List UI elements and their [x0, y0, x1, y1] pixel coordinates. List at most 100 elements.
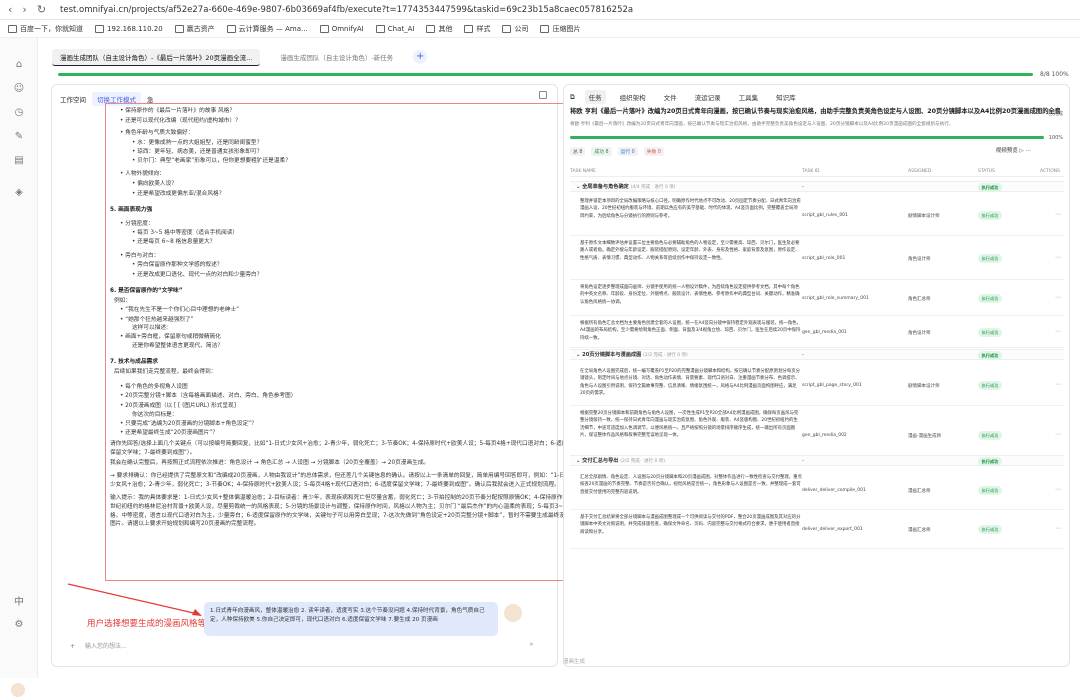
doc-line: • 人物外貌倾向：: [120, 171, 165, 177]
task-description: 根据所有角色汇总文档为主要角色创建全套的人设图，统一在A4竖向分镜中保持稳定外观…: [580, 321, 801, 341]
bookmark-item[interactable]: Chat_AI: [375, 24, 414, 33]
task-group-header[interactable]: ⌄ 全局准备与角色确定 (4/4 完成 · 进行 0 项) - 执行成功: [570, 181, 1064, 192]
doc-line: 后续如果我们走完整流程，最终会得到：: [114, 369, 217, 375]
task-row[interactable]: 基于原作文本细致评估并设置三位主要角色与必要辅助角色的人物设定，至少需要高、琼西…: [570, 237, 1064, 280]
doc-line: • 只要完成“选编为20页漫画的分镜脚本+角色设定”？: [120, 421, 257, 427]
task-group-header[interactable]: ⌄ 交付汇总与导出 (2/2 完成 · 进行 0 项) - 执行成功: [570, 455, 1064, 466]
task-group-header[interactable]: ⌄ 20页分镜脚本与漫画成图 (2/2 完成 · 进行 0 项) - 执行成功: [570, 349, 1064, 360]
col-assigned: ASSIGNED: [908, 169, 932, 174]
task-subtitle: 将欧·亨利《最后一片落叶》改编为20页日式青年向漫画，按已确认节奏与现实治愈风格…: [570, 122, 954, 127]
doc-line: • 还是可以现代化改编（现代纽约/虚构城市）？: [120, 118, 241, 124]
more-actions-icon[interactable]: ⋯: [1055, 431, 1061, 438]
task-row[interactable]: 基于交付汇总结果将全部分镜脚本与漫画成图整理成一个可供阅读与交付的PDF，整合2…: [570, 511, 1064, 549]
task-row[interactable]: 整理并锁定本项目的全局改编策略与核心口径。明确原作时代地点不可改动、20页固定节…: [570, 195, 1064, 236]
task-row[interactable]: 汇总全部剧情、角色设定、人设图与20页分镜脚本和20页漫画成图，对整体作品进行一…: [570, 471, 1064, 510]
task-progress-label: 100%: [1048, 135, 1063, 141]
panel-tab[interactable]: 组织架构: [616, 90, 650, 104]
layers-icon[interactable]: ◈: [12, 186, 26, 200]
add-tab-button[interactable]: +: [413, 50, 428, 64]
task-id: deliver_deliver_compile_001: [802, 487, 866, 493]
task-description: 基于原作文本细致评估并设置三位主要角色与必要辅助角色的人物设定，至少需要高、琼西…: [580, 241, 800, 261]
more-actions-icon[interactable]: ⋯: [1055, 294, 1061, 301]
doc-heading: 5. 画面表现力强: [110, 207, 153, 213]
more-actions-icon[interactable]: ⋯: [1055, 381, 1061, 388]
tab-new-task[interactable]: 漫画生成团队（自主设计角色）-新任务: [272, 49, 401, 65]
panel-tab[interactable]: 工具集: [735, 90, 763, 104]
chart-icon[interactable]: ▤: [12, 154, 26, 168]
status-badge: 执行成功: [978, 293, 1002, 303]
bookmark-item[interactable]: 百度一下，你就知道: [8, 24, 83, 34]
stat-badge: 成功 8: [591, 147, 612, 156]
more-actions-icon[interactable]: ⋯: [1055, 211, 1061, 218]
folder-icon: [540, 24, 550, 33]
bookmark-item[interactable]: 样式: [464, 24, 490, 34]
app-sidebar: ⌂ ☺ ◷ ✎ ▤ ◈ 中 ⚙: [0, 38, 38, 697]
bookmark-item[interactable]: 赢古资产: [174, 24, 215, 34]
task-assignee: 角色设计师: [908, 256, 931, 262]
attach-icon[interactable]: +: [70, 643, 75, 650]
back-icon[interactable]: ‹: [8, 3, 12, 16]
folder-icon: [95, 24, 104, 33]
task-description: 整理并锁定本项目的全局改编策略与核心口径。明确原作时代地点不可改动、20页固定节…: [580, 199, 801, 219]
tools-icon[interactable]: ✎: [12, 130, 26, 144]
overall-progress-bar: [58, 73, 1033, 76]
history-icon[interactable]: ◷: [12, 106, 26, 120]
group-meta: (2/2 完成 · 进行 0 项): [643, 353, 688, 358]
task-assignee: 漫画-漫画生成师: [908, 434, 942, 439]
task-row[interactable]: 将角色设定逐步整理成面向画师、分镜手使用的统一人物设计稿件，为后续角色设定提供参…: [570, 281, 1064, 316]
bookmarks-bar: 百度一下，你就知道 192.168.110.20 赢古资产 云计算服务 — Ama..…: [0, 20, 1080, 38]
panel-tab[interactable]: 知识库: [772, 90, 800, 104]
view-button[interactable]: 视频预览 ▷ ⋯: [996, 146, 1031, 154]
panel-toggle-icon[interactable]: ⧉: [570, 93, 575, 102]
doc-line: • 角色年龄与气质大致偏好：: [120, 130, 194, 136]
user-avatar[interactable]: [11, 683, 25, 697]
task-id: gen_gbl_media_001: [802, 329, 847, 335]
bookmark-item[interactable]: 云计算服务 — Ama...: [226, 24, 308, 34]
address-bar[interactable]: test.omnifyai.cn/projects/af52e27a-660e-…: [60, 5, 633, 15]
panel-tab[interactable]: 流运记录: [691, 90, 725, 104]
task-row[interactable]: 在全局角色人设图完成后，统一编写覆盖P1至P20的完整漫画分镜脚本和结构。按已确…: [570, 365, 1064, 406]
more-actions-icon[interactable]: ⋯: [1055, 525, 1061, 532]
language-icon[interactable]: 中: [12, 596, 26, 610]
task-id: script_gbl_role_001: [802, 255, 846, 261]
tab-current-task[interactable]: 漫画生成团队（自主设计角色）-《最后一片落叶》20页漫画全流...: [52, 48, 261, 66]
bookmark-item[interactable]: 192.168.110.20: [95, 24, 163, 33]
copy-icon[interactable]: [539, 91, 547, 99]
doc-line: • 20页完整分镜+脚本（含每格画面描述、对白、旁白、角色参考图）: [120, 393, 297, 399]
panel-tab[interactable]: 文件: [660, 90, 681, 104]
panel-tab[interactable]: 任务: [584, 90, 606, 104]
folder-icon: [8, 24, 17, 33]
doc-line: 这样可以描述:: [132, 325, 169, 331]
group-meta: (2/2 完成 · 进行 0 项): [620, 459, 665, 464]
workspace-panel: 工作空间 切换工作模式 急 • 保持原作的《最后一片落叶》的故事 风格？ • 还是…: [51, 84, 605, 667]
workspace-label: 工作空间: [60, 96, 86, 104]
doc-line: • 分镜密度：: [120, 221, 154, 227]
bookmark-item[interactable]: 公司: [502, 24, 528, 34]
task-table-header: TASK NAME TASK ID ASSIGNED STATUS ACTION…: [570, 167, 1064, 177]
doc-line: • 还是希望最终生成“20页漫画图片”？: [120, 430, 218, 436]
task-row[interactable]: 根据所有角色汇总文档为主要角色创建全套的人设图，统一在A4竖向分镜中保持稳定外观…: [570, 317, 1064, 348]
team-icon[interactable]: ☺: [12, 82, 26, 96]
doc-line: 还是你希望整体语言更现代、简洁？: [132, 343, 223, 349]
col-status: STATUS: [978, 169, 995, 174]
home-icon[interactable]: ⌂: [12, 58, 26, 72]
reload-icon[interactable]: ↻: [37, 3, 46, 16]
status-badge: 执行成功: [978, 210, 1002, 220]
chat-input[interactable]: + 输入您的想法... ➤: [70, 641, 540, 655]
doc-line: 你这次的目标是：: [132, 412, 178, 418]
task-id: script_gbl_role_summary_001: [802, 295, 869, 301]
more-actions-icon[interactable]: ⋯: [1055, 328, 1061, 335]
more-actions-icon[interactable]: ⋯: [1055, 486, 1061, 493]
bookmark-item[interactable]: 其他: [426, 24, 452, 34]
status-badge: 执行成功: [978, 327, 1002, 337]
forward-icon[interactable]: ›: [22, 3, 26, 16]
status-badge: 执行成功: [978, 351, 1002, 360]
doc-line: • 旁白与对白：: [120, 253, 160, 259]
more-actions-icon[interactable]: ⋯: [1055, 254, 1061, 261]
settings-icon[interactable]: ⚙: [12, 618, 26, 632]
doc-line: • 水：更像成熟一点的大姐姐型，还是同龄闺蜜型？: [132, 140, 263, 146]
chat-input-placeholder: 输入您的想法...: [84, 643, 127, 650]
bookmark-item[interactable]: OmnifyAI: [319, 24, 364, 33]
send-icon[interactable]: ➤: [529, 641, 534, 648]
bookmark-item[interactable]: 压缩图片: [540, 24, 580, 34]
